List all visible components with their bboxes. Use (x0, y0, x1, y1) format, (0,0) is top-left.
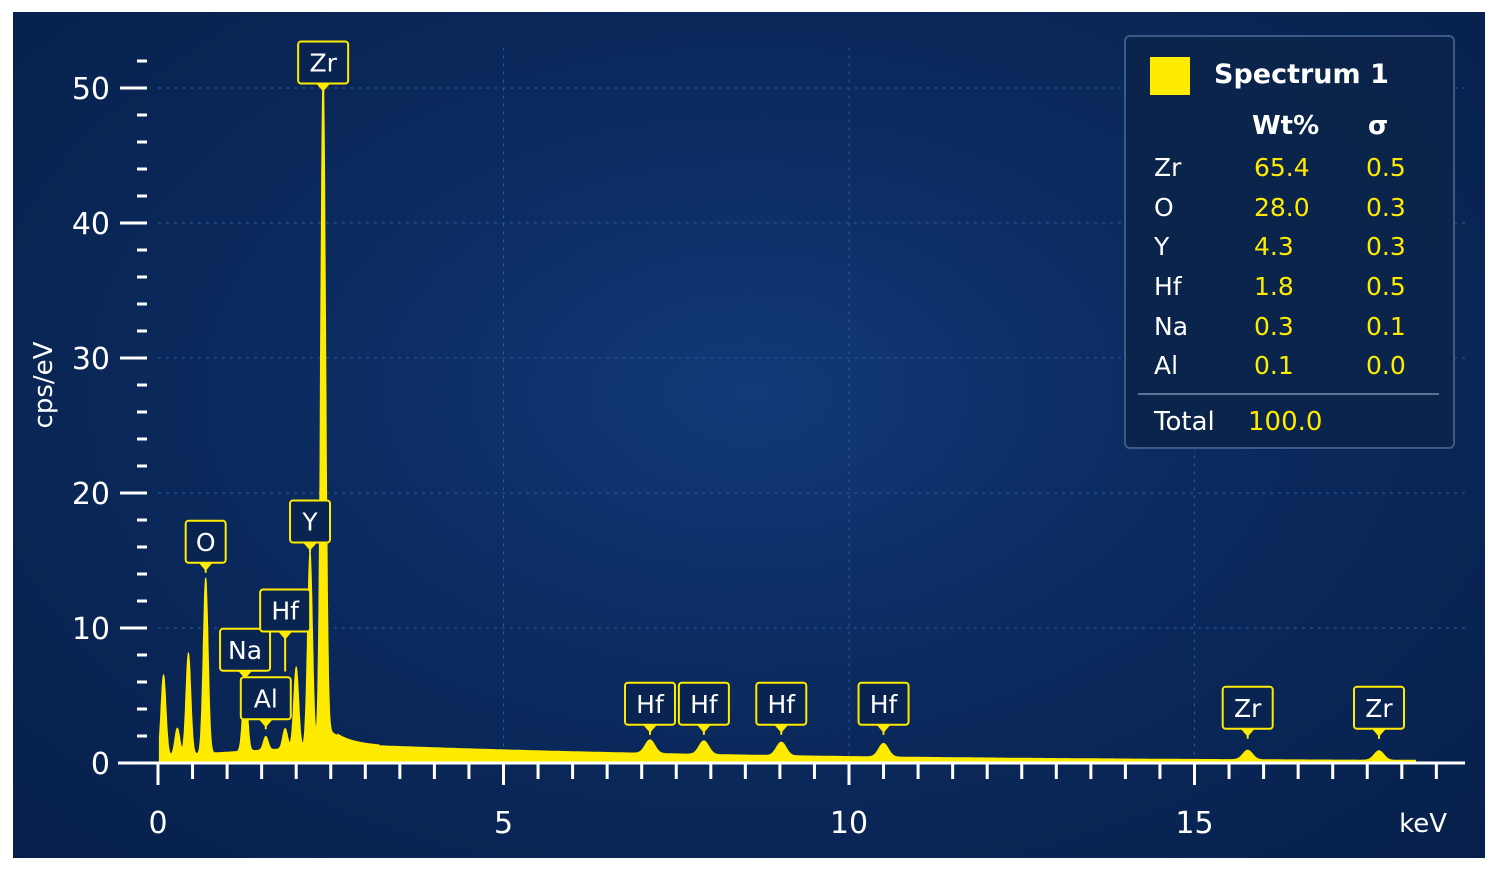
peak-label-text: Hf (271, 597, 300, 626)
x-tick-label: 5 (494, 806, 513, 841)
peak-label-pointer (278, 631, 293, 640)
peak-label: Na (219, 627, 272, 681)
legend-wt: 65.4 (1254, 153, 1310, 182)
peak-label-pointer (198, 562, 213, 571)
legend-sigma: 0.1 (1366, 312, 1406, 341)
peak-label-pointer (696, 724, 711, 733)
y-tick-label: 0 (91, 747, 110, 782)
legend-row: Na 0.3 0.1 (1126, 312, 1453, 352)
peak-label: Hf (623, 681, 676, 735)
legend-separator (1138, 393, 1439, 395)
peak-label-pointer (1371, 728, 1386, 737)
peak-label-text: Zr (1365, 694, 1393, 723)
legend-total-value: 100.0 (1248, 407, 1323, 437)
peak-label-text: Na (228, 636, 262, 665)
peak-label-pointer (303, 542, 318, 551)
peak-label-text: Hf (636, 690, 665, 719)
peak-label-text: Hf (767, 690, 796, 719)
peak-label: Zr (1221, 685, 1274, 739)
legend-element: Zr (1154, 153, 1182, 182)
peak-label-text: Y (301, 508, 318, 537)
peak-label-text: Hf (870, 690, 899, 719)
legend-row: Y 4.3 0.3 (1126, 232, 1453, 272)
y-tick-label: 30 (72, 342, 110, 377)
x-tick-label: 10 (830, 806, 868, 841)
legend-sigma: 0.5 (1366, 272, 1406, 301)
y-tick-label: 10 (72, 612, 110, 647)
legend-header-wt: Wt% (1252, 111, 1320, 141)
peak-label: O (184, 519, 227, 573)
legend-wt: 28.0 (1254, 193, 1310, 222)
legend-wt: 1.8 (1254, 272, 1294, 301)
legend-element: Na (1154, 312, 1189, 341)
legend-series-name: Spectrum 1 (1214, 59, 1389, 90)
y-tick-label: 20 (72, 477, 110, 512)
legend-total-label: Total (1154, 407, 1215, 437)
y-tick-label: 50 (72, 72, 110, 107)
peak-label-text: Hf (690, 690, 719, 719)
peak-label-pointer (258, 719, 273, 728)
y-axis-label: cps/eV (29, 341, 59, 428)
legend-element: Hf (1154, 272, 1182, 301)
legend-swatch (1150, 57, 1190, 95)
peak-label: Zr (1352, 685, 1405, 739)
legend-wt: 4.3 (1254, 232, 1294, 261)
peak-label-text: Al (254, 684, 278, 713)
legend-row: Hf 1.8 0.5 (1126, 272, 1453, 312)
peak-label-pointer (774, 724, 789, 733)
legend-wt: 0.1 (1254, 351, 1294, 380)
legend-wt: 0.3 (1254, 312, 1294, 341)
peak-label-pointer (642, 724, 657, 733)
legend-sigma: 0.3 (1366, 232, 1406, 261)
peak-label-text: Zr (1234, 694, 1262, 723)
legend-sigma: 0.0 (1366, 351, 1406, 380)
peak-label: Hf (755, 681, 808, 735)
x-tick-label: 15 (1175, 806, 1213, 841)
legend-row: O 28.0 0.3 (1126, 193, 1453, 233)
legend-element: Y (1154, 232, 1170, 261)
legend-row: Zr 65.4 0.5 (1126, 153, 1453, 193)
peak-label: Zr (297, 40, 350, 94)
legend-sigma: 0.5 (1366, 153, 1406, 182)
legend-element: Al (1154, 351, 1179, 380)
peak-label-pointer (1240, 728, 1255, 737)
legend-element: O (1154, 193, 1174, 222)
peak-label: Hf (677, 681, 730, 735)
x-axis-label: keV (1399, 809, 1447, 839)
peak-label-text: O (196, 528, 216, 557)
legend-row: Al 0.1 0.0 (1126, 351, 1453, 391)
legend-panel: Spectrum 1 Wt% σ Zr 65.4 0.5 O 28.0 0.3 … (1124, 35, 1455, 449)
peak-label-text: Zr (309, 49, 337, 78)
legend-sigma: 0.3 (1366, 193, 1406, 222)
x-tick-label: 0 (148, 806, 167, 841)
legend-header-sigma: σ (1368, 111, 1389, 141)
peak-label-pointer (876, 724, 891, 733)
peak-label: Hf (857, 681, 910, 735)
y-tick-label: 40 (72, 207, 110, 242)
